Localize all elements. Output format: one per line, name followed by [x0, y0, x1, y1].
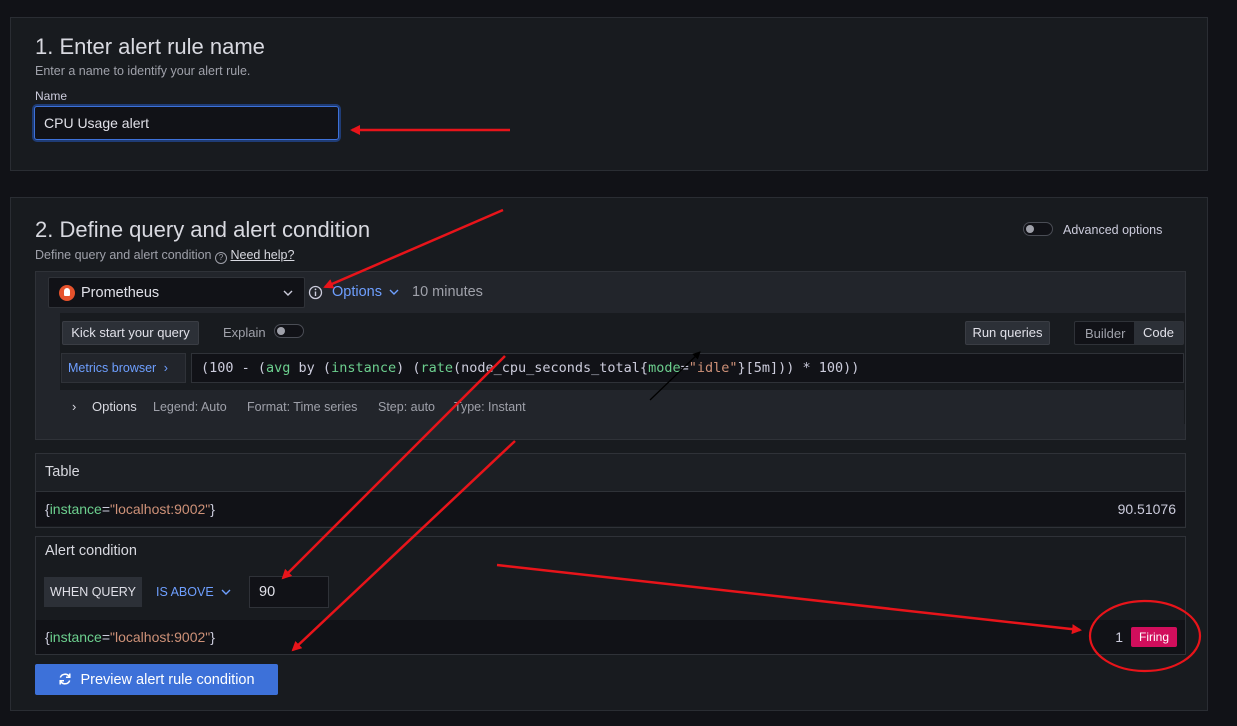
label-brace: } — [210, 501, 215, 517]
info-icon[interactable] — [308, 285, 323, 300]
datasource-picker[interactable]: Prometheus — [48, 277, 305, 308]
advanced-options-toggle[interactable] — [1023, 222, 1053, 236]
query-token: mode — [648, 360, 681, 376]
when-query-label: WHEN QUERY — [44, 577, 142, 607]
kick-start-button[interactable]: Kick start your query — [62, 321, 199, 345]
query-token: "idle" — [688, 360, 738, 376]
editor-mode-switch: Builder Code — [1074, 321, 1184, 345]
query-token: by ( — [290, 360, 332, 376]
explain-toggle[interactable] — [274, 324, 304, 338]
run-queries-button[interactable]: Run queries — [965, 321, 1050, 345]
query-token: = — [680, 360, 689, 376]
section-title: 2. Define query and alert condition — [35, 217, 371, 242]
alert-name-section: 1. Enter alert rule name Enter a name to… — [10, 17, 1208, 171]
chevron-right-icon: › — [72, 399, 77, 414]
table-row-value: 90.51076 — [1117, 501, 1176, 517]
explain-label: Explain — [223, 325, 266, 340]
operator-label: IS ABOVE — [156, 585, 214, 599]
preview-alert-rule-button[interactable]: Preview alert rule condition — [35, 664, 278, 695]
section-title: 1. Enter alert rule name — [35, 34, 265, 59]
chevron-down-icon — [221, 589, 231, 595]
query-condition-section: 2. Define query and alert condition Defi… — [10, 197, 1208, 711]
operator-dropdown[interactable]: IS ABOVE — [156, 577, 231, 607]
options-label: Options — [332, 284, 382, 300]
metrics-browser-button[interactable]: Metrics browser › — [61, 353, 186, 383]
name-label: Name — [35, 89, 68, 103]
builder-mode-tab[interactable]: Builder — [1085, 326, 1125, 341]
refresh-icon — [59, 672, 72, 685]
code-mode-tab[interactable]: Code — [1134, 322, 1183, 344]
alert-condition-title: Alert condition — [36, 537, 1185, 566]
datasource-name: Prometheus — [81, 285, 160, 301]
label-name: instance — [49, 501, 102, 517]
label-equals: = — [101, 629, 111, 645]
table-title: Table — [36, 454, 1185, 492]
type-option: Type: Instant — [454, 400, 526, 414]
query-editor: Prometheus Options 10 minutes Kick start… — [35, 271, 1186, 440]
section-subtitle: Enter a name to identify your alert rule… — [35, 64, 251, 78]
query-options-row[interactable]: › Options Legend: Auto Format: Time seri… — [60, 390, 1184, 424]
prometheus-logo-icon — [59, 285, 75, 301]
section-subtitle-text: Define query and alert condition — [35, 248, 212, 262]
format-option: Format: Time series — [247, 400, 358, 414]
chevron-down-icon — [389, 289, 399, 295]
label-name: instance — [49, 629, 102, 645]
query-editor-body: Kick start your query Explain Run querie… — [60, 313, 1185, 424]
time-range-text: 10 minutes — [412, 284, 483, 300]
metrics-browser-label: Metrics browser — [68, 361, 157, 375]
query-token: (100 - ( — [201, 360, 267, 376]
help-circle-icon: ? — [215, 252, 227, 264]
table-row: {instance="localhost:9002"} 90.51076 — [36, 492, 1185, 526]
condition-result-row: {instance="localhost:9002"} 1 Firing — [36, 620, 1185, 654]
query-token: ) ( — [396, 360, 421, 376]
chevron-right-icon: › — [163, 361, 168, 375]
chevron-down-icon — [283, 290, 293, 296]
section-subtitle: Define query and alert condition ? Need … — [35, 248, 294, 264]
promql-query-input[interactable]: (100 - (avg by (instance) (rate(node_cpu… — [191, 353, 1184, 383]
result-count: 1 — [1115, 629, 1123, 645]
query-token: (node_cpu_seconds_total{ — [453, 360, 649, 376]
firing-state-badge: Firing — [1130, 627, 1177, 647]
alert-condition-panel: Alert condition WHEN QUERY IS ABOVE {ins… — [35, 536, 1186, 655]
query-token: instance — [331, 360, 397, 376]
condition-result: 1 Firing — [1115, 620, 1177, 654]
query-token: rate — [420, 360, 453, 376]
query-token: }[5m])) * 100)) — [737, 360, 860, 376]
label-brace: } — [210, 629, 215, 645]
label-equals: = — [101, 501, 111, 517]
query-options-dropdown[interactable]: Options — [332, 284, 399, 300]
advanced-options-label: Advanced options — [1063, 223, 1163, 237]
threshold-input[interactable] — [249, 576, 329, 608]
step-option: Step: auto — [378, 400, 435, 414]
preview-button-label: Preview alert rule condition — [80, 671, 255, 688]
legend-option: Legend: Auto — [153, 400, 227, 414]
need-help-link[interactable]: Need help? — [230, 248, 294, 262]
alert-rule-name-input[interactable] — [34, 106, 339, 140]
label-value: "localhost:9002" — [110, 629, 211, 645]
table-panel: Table {instance="localhost:9002"} 90.510… — [35, 453, 1186, 528]
label-value: "localhost:9002" — [110, 501, 211, 517]
query-options-label: Options — [92, 399, 137, 414]
query-token: avg — [266, 360, 291, 376]
